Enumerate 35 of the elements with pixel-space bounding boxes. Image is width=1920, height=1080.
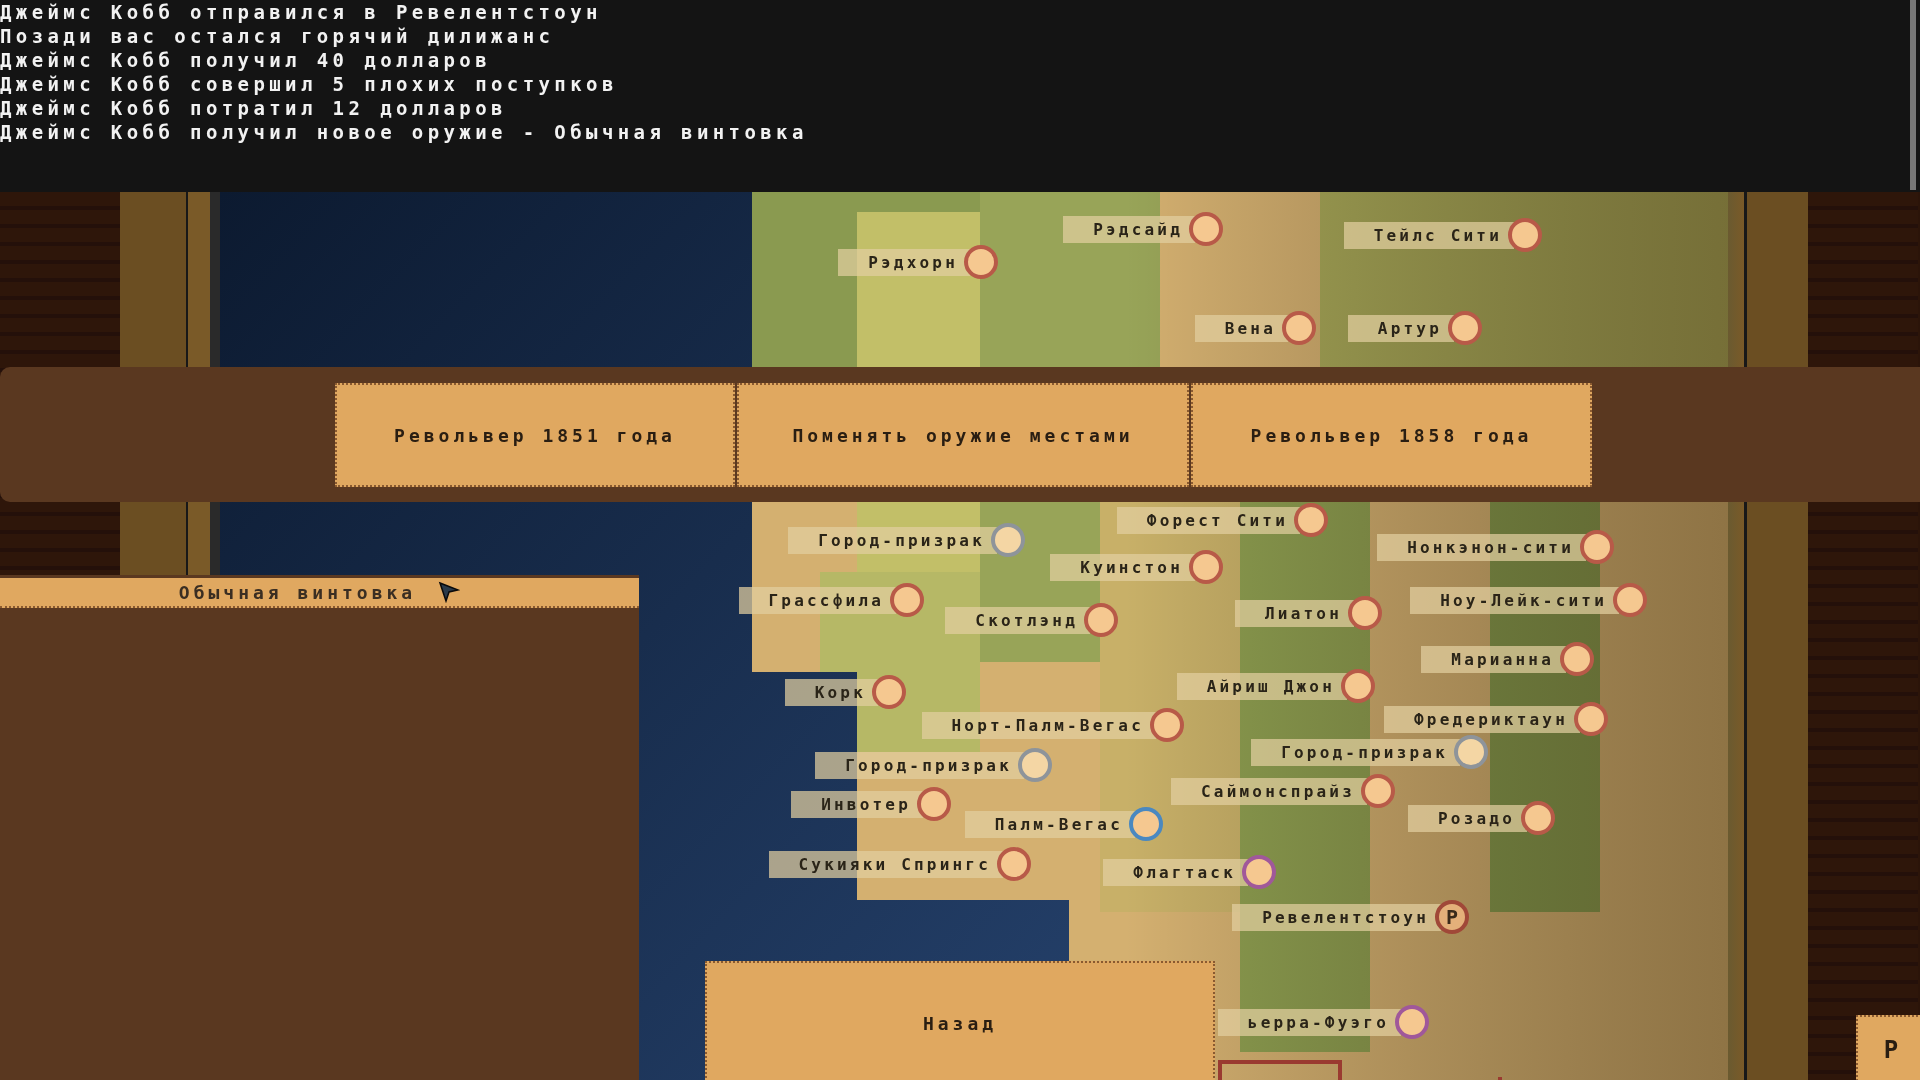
town-label: Город-призрак [815,751,1024,779]
town-label: Грассфила [738,586,896,614]
back-button[interactable]: Назад [705,961,1215,1080]
town-label: Саймонспрайз [1171,777,1367,805]
town-label: Ревелентстоун [1232,903,1441,931]
town-label: Ноу-Лейк-сити [1410,586,1619,614]
town-label: ьерра-Фуэго [1217,1008,1401,1036]
town-label: Розадо [1408,804,1527,832]
cursor-icon [438,581,461,603]
town-label: Рэдсайд [1063,215,1195,243]
town-label: Скотлэнд [945,606,1090,634]
map-button[interactable]: P [1856,1015,1920,1080]
town-label: Рэдхорн [838,248,970,276]
town-label: Город-призрак [788,526,997,554]
town-label: Инвотер [791,790,923,818]
weapon-button[interactable]: Поменять оружие местами [737,383,1189,487]
log-line: Позади вас остался горячий дилижанс [0,24,555,48]
town-label: Форест Сити [1116,506,1300,534]
town-label: Куинстон [1050,553,1195,581]
weapon-button[interactable]: Револьвер 1851 года [335,383,735,487]
town-label: Сукияки Спрингс [768,850,1003,878]
town-label: Марианна [1421,645,1566,673]
log-line: Джеймс Кобб получил 40 долларов [0,48,491,72]
weapon-button[interactable]: Револьвер 1858 года [1191,383,1592,487]
town-label: Норт-Палм-Вегас [921,711,1156,739]
inventory-item[interactable]: Обычная винтовка [0,578,639,608]
town-label: Флагтаск [1103,858,1248,886]
town-label: Фредериктаун [1384,705,1580,733]
town-label: Город-призрак [1251,738,1460,766]
scrollbar[interactable] [1910,0,1916,190]
town-label: Нонкэнон-сити [1377,533,1586,561]
log-line: Джеймс Кобб отправился в Ревелентстоун [0,0,602,24]
log-line: Джеймс Кобб совершил 5 плохих поступков [0,72,618,96]
log-line: Джеймс Кобб получил новое оружие - Обычная винтовка [0,120,808,144]
log-line: Джеймс Кобб потратил 12 долларов [0,96,507,120]
